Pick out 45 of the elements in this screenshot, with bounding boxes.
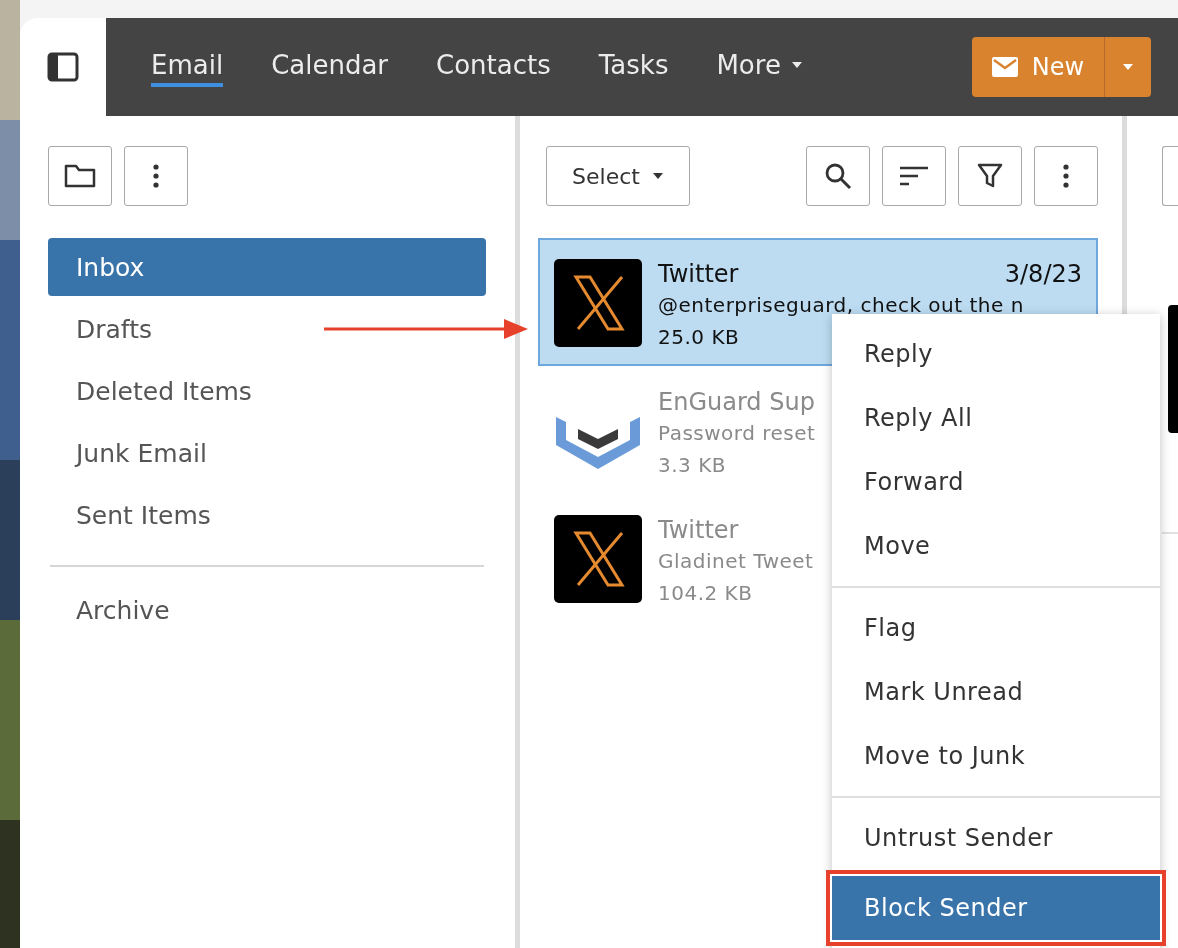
- search-icon: [824, 162, 852, 190]
- folder-item[interactable]: Drafts: [48, 300, 486, 358]
- folder-button[interactable]: [48, 146, 112, 206]
- sender-name: EnGuard Sup: [658, 387, 815, 417]
- menu-item[interactable]: Reply All: [832, 386, 1160, 450]
- menu-item[interactable]: Mark Unread: [832, 660, 1160, 724]
- sender-name: Twitter: [658, 259, 739, 289]
- caret-icon: [651, 172, 664, 180]
- folder-icon: [64, 164, 96, 188]
- sort-icon: [899, 166, 929, 186]
- message-size: 104.2 KB: [658, 580, 753, 607]
- sender-name: Twitter: [658, 515, 739, 545]
- folder-item[interactable]: Junk Email: [48, 424, 486, 482]
- more-icon: [1063, 164, 1069, 188]
- nav-tab[interactable]: Email: [151, 46, 224, 88]
- message-preview: Password reset: [658, 420, 816, 447]
- caret-icon: [1122, 63, 1134, 71]
- nav-tab[interactable]: Calendar: [271, 46, 389, 88]
- nav-tab[interactable]: Contacts: [436, 46, 551, 88]
- filter-button[interactable]: [958, 146, 1022, 206]
- filter-icon: [977, 163, 1003, 189]
- message-date: 3/8/23: [1004, 259, 1082, 289]
- folder-item[interactable]: Deleted Items: [48, 362, 486, 420]
- sidebar-toggle-icon[interactable]: [47, 52, 79, 82]
- message-size: 25.0 KB: [658, 324, 740, 351]
- menu-item[interactable]: Block Sender: [832, 876, 1160, 940]
- folder-item[interactable]: Archive: [48, 581, 486, 639]
- nav-tab[interactable]: Tasks: [598, 46, 669, 88]
- more-icon: [153, 164, 159, 188]
- message-preview: @enterpriseguard, check out the n: [658, 292, 1024, 319]
- menu-item[interactable]: Untrust Sender: [832, 806, 1160, 870]
- nav-tab[interactable]: More: [716, 46, 803, 88]
- sort-button[interactable]: [882, 146, 946, 206]
- folder-item[interactable]: Inbox: [48, 238, 486, 296]
- search-button[interactable]: [806, 146, 870, 206]
- message-preview: Gladinet Tweet: [658, 548, 814, 575]
- select-dropdown[interactable]: Select: [546, 146, 690, 206]
- menu-item[interactable]: Flag: [832, 596, 1160, 660]
- menu-item[interactable]: Forward: [832, 450, 1160, 514]
- menu-item[interactable]: Reply: [832, 322, 1160, 386]
- menu-item[interactable]: Move to Junk: [832, 724, 1160, 788]
- envelope-icon: [991, 57, 1018, 77]
- folder-item[interactable]: Sent Items: [48, 486, 486, 544]
- message-size: 3.3 KB: [658, 452, 726, 479]
- menu-item[interactable]: Move: [832, 514, 1160, 578]
